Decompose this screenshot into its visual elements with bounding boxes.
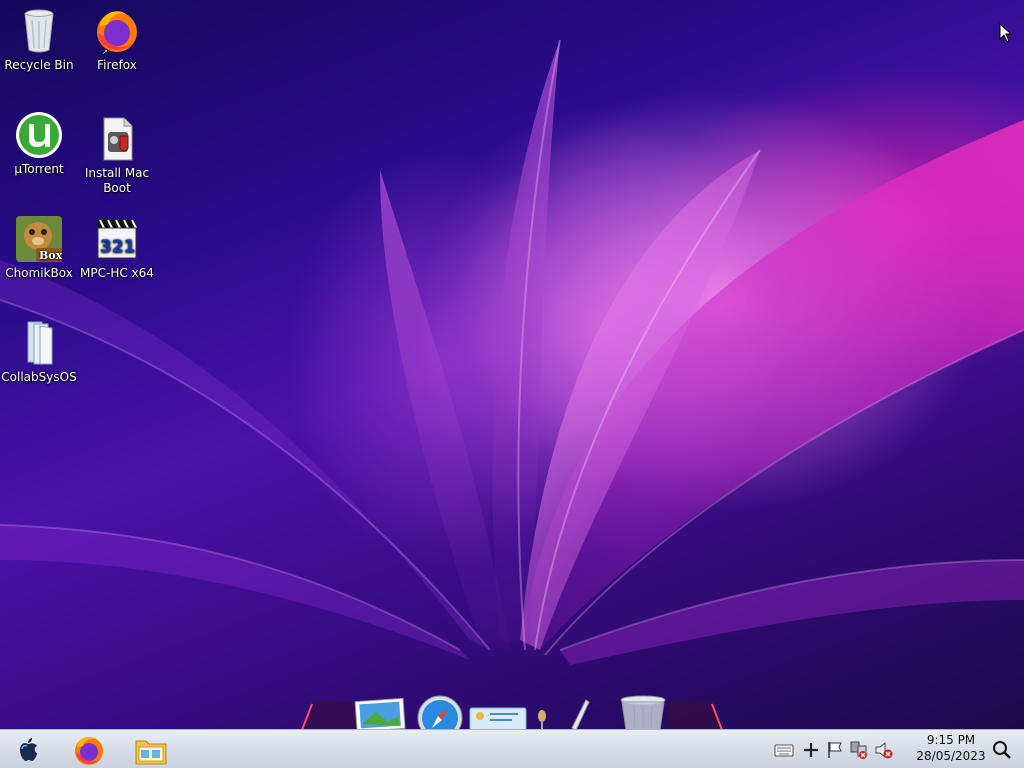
chomikbox-icon: Box bbox=[14, 214, 64, 264]
wallpaper-petals bbox=[0, 39, 1024, 665]
desktop-icon-label: µTorrent bbox=[14, 162, 64, 176]
desktop-icon-mpc-hc[interactable]: 321 MPC-HC x64 bbox=[78, 214, 156, 281]
network-error-icon[interactable] bbox=[849, 740, 869, 760]
desktop-icon-recycle-bin[interactable]: Recycle Bin bbox=[0, 6, 78, 73]
install-mac-boot-icon bbox=[92, 114, 142, 164]
desktop-icon-label: Recycle Bin bbox=[4, 58, 74, 72]
clock-time: 9:15 PM bbox=[926, 733, 976, 747]
trash-icon[interactable] bbox=[620, 695, 666, 729]
recycle-bin-icon bbox=[14, 6, 64, 56]
start-button[interactable] bbox=[12, 733, 44, 767]
clock[interactable]: 9:15 PM 28/05/2023 bbox=[898, 732, 1004, 767]
desktop-icon-label: Firefox bbox=[97, 58, 137, 72]
clock-date: 28/05/2023 bbox=[916, 749, 986, 763]
pen-icon[interactable] bbox=[571, 699, 590, 729]
taskbar-file-explorer-button[interactable] bbox=[133, 733, 169, 767]
desktop-icon-label: Install Mac Boot bbox=[84, 166, 150, 195]
mouse-cursor bbox=[999, 23, 1013, 43]
safari-icon[interactable] bbox=[417, 695, 463, 729]
file-explorer-icon bbox=[135, 740, 167, 765]
desktop-icon-label: CollabSysOS bbox=[1, 370, 77, 384]
desktop-icon-utorrent[interactable]: µTorrent bbox=[0, 110, 78, 177]
dock bbox=[300, 695, 724, 729]
desktop-icon-collabsysos[interactable]: CollabSysOS bbox=[0, 318, 78, 385]
taskbar-firefox-button[interactable] bbox=[72, 733, 106, 767]
svg-text:↗: ↗ bbox=[102, 48, 108, 56]
keyboard-icon[interactable] bbox=[774, 740, 794, 760]
taskbar: 9:15 PM 28/05/2023 bbox=[0, 729, 1024, 768]
flag-icon[interactable] bbox=[825, 740, 845, 760]
mpc-badge: 321 bbox=[100, 237, 136, 257]
dock-photo-icon[interactable] bbox=[354, 697, 406, 729]
desktop-icon-chomikbox[interactable]: Box ChomikBox bbox=[0, 214, 78, 281]
utorrent-icon bbox=[14, 110, 64, 160]
dock-card-icon[interactable] bbox=[469, 707, 527, 729]
lamp-icon[interactable] bbox=[538, 710, 546, 729]
chomikbox-badge: Box bbox=[39, 249, 63, 262]
volume-muted-icon[interactable] bbox=[874, 740, 894, 760]
plus-icon[interactable] bbox=[801, 740, 821, 760]
desktop-icon-firefox[interactable]: ↗ Firefox bbox=[78, 6, 156, 73]
desktop-icon-install-mac-boot[interactable]: Install Mac Boot bbox=[78, 114, 156, 196]
firefox-icon: ↗ bbox=[92, 6, 142, 56]
search-icon[interactable] bbox=[992, 740, 1012, 760]
mpc-hc-icon: 321 bbox=[92, 214, 142, 264]
folder-icon bbox=[14, 318, 64, 368]
desktop-icon-label: ChomikBox bbox=[5, 266, 73, 280]
desktop-icon-label: MPC-HC x64 bbox=[80, 266, 154, 280]
firefox-icon bbox=[75, 737, 103, 765]
apple-icon bbox=[20, 738, 37, 761]
desktop[interactable]: Recycle Bin ↗ Firefox µTorrent Install M… bbox=[0, 0, 1024, 729]
